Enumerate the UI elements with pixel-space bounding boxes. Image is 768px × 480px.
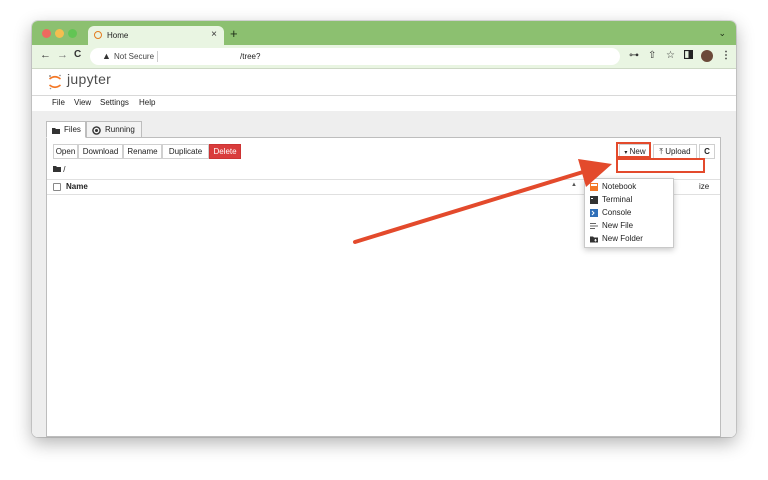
tab-files[interactable]: Files: [46, 121, 86, 138]
tab-files-label: Files: [64, 125, 81, 134]
folder-icon: [52, 128, 60, 134]
annotation-arrow: [353, 159, 612, 244]
